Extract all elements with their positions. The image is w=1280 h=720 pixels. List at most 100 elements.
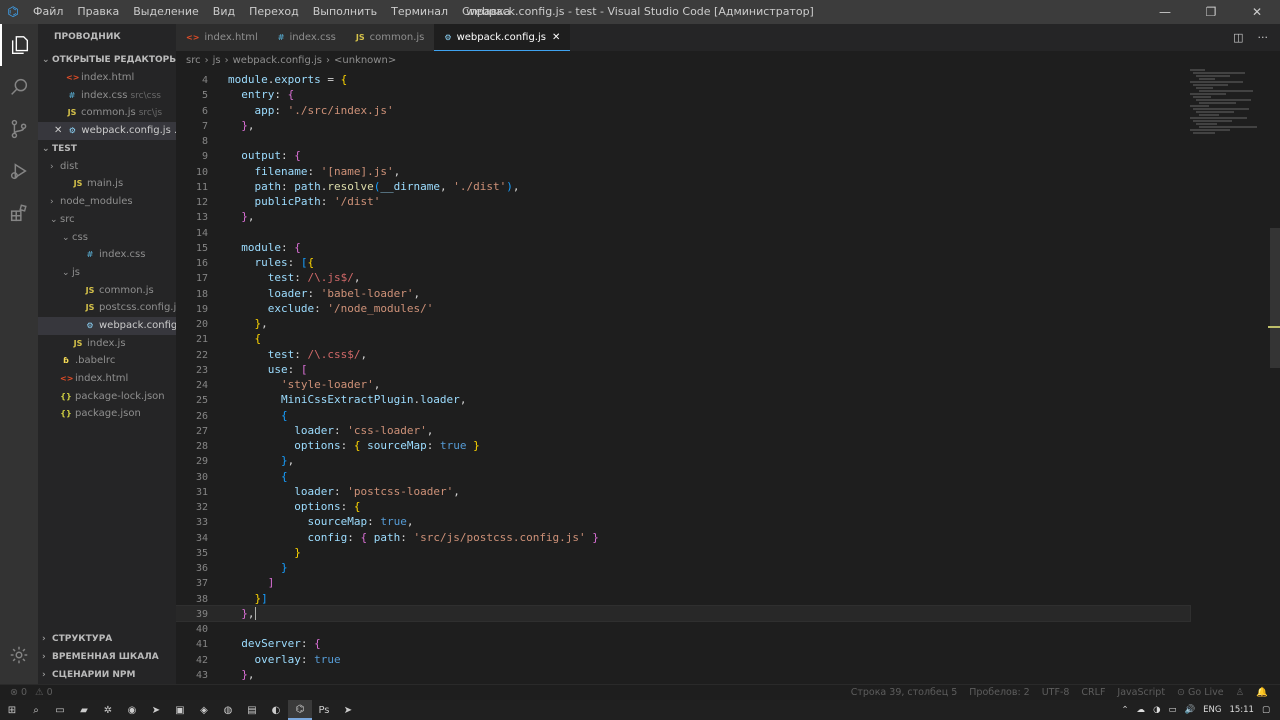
breadcrumb-item[interactable]: webpack.config.js xyxy=(233,55,322,66)
tree-item[interactable]: # index.css xyxy=(38,246,176,264)
code-line[interactable]: 15 module: { xyxy=(176,240,1190,255)
breadcrumb-item[interactable]: src xyxy=(186,55,201,66)
tray-item[interactable]: ◑ xyxy=(1153,705,1160,715)
menu-item-2[interactable]: Выделение xyxy=(126,0,206,24)
open-editor-item[interactable]: JS common.js src\js xyxy=(38,104,176,122)
menu-item-1[interactable]: Правка xyxy=(70,0,126,24)
taskbar-app-icon[interactable]: ⌕ xyxy=(24,700,48,720)
code-line[interactable]: 5 entry: { xyxy=(176,87,1190,102)
tab-common-js[interactable]: JS common.js xyxy=(345,24,435,51)
status-item[interactable]: ♙ xyxy=(1236,687,1245,698)
status-problem-count[interactable]: ⚠ 0 xyxy=(35,687,53,698)
code-line[interactable]: 22 test: /\.css$/, xyxy=(176,347,1190,362)
code-line[interactable]: 4 module.exports = { xyxy=(176,72,1190,87)
status-item[interactable]: ⊙ Go Live xyxy=(1177,687,1224,698)
code-line[interactable]: 28 options: { sourceMap: true } xyxy=(176,438,1190,453)
split-editor-icon[interactable]: ◫ xyxy=(1233,31,1243,44)
run-debug-icon[interactable] xyxy=(0,150,38,192)
code-line[interactable]: 8 xyxy=(176,133,1190,148)
explorer-icon[interactable] xyxy=(0,24,38,66)
status-item[interactable]: JavaScript xyxy=(1117,687,1165,698)
tree-item[interactable]: <> index.html xyxy=(38,370,176,388)
code-line[interactable]: 27 loader: 'css-loader', xyxy=(176,423,1190,438)
open-editor-item[interactable]: ✕ ⚙ webpack.config.js ... xyxy=(38,122,176,140)
code-line[interactable]: 6 app: './src/index.js' xyxy=(176,103,1190,118)
taskbar-app-icon[interactable]: ▭ xyxy=(48,700,72,720)
code-line[interactable]: 38 }] xyxy=(176,591,1190,606)
project-header[interactable]: ⌄ TEST xyxy=(38,140,176,158)
open-editor-item[interactable]: # index.css src\css xyxy=(38,87,176,105)
minimap[interactable] xyxy=(1190,68,1270,138)
code-line[interactable]: 41 devServer: { xyxy=(176,636,1190,651)
menu-item-6[interactable]: Терминал xyxy=(384,0,455,24)
taskbar-app-icon[interactable]: ⊞ xyxy=(0,700,24,720)
code-line[interactable]: 17 test: /\.js$/, xyxy=(176,270,1190,285)
status-problem-count[interactable]: ⊗ 0 xyxy=(10,687,27,698)
status-item[interactable]: Пробелов: 2 xyxy=(969,687,1029,698)
menu-item-5[interactable]: Выполнить xyxy=(306,0,384,24)
code-line[interactable]: 10 filename: '[name].js', xyxy=(176,164,1190,179)
sidebar-section-header[interactable]: › СТРУКТУРА xyxy=(38,630,176,648)
sidebar-section-header[interactable]: › СЦЕНАРИИ NPM xyxy=(38,666,176,684)
taskbar-app-icon[interactable]: ▤ xyxy=(240,700,264,720)
search-icon[interactable] xyxy=(0,66,38,108)
tray-item[interactable]: 15:11 xyxy=(1229,705,1254,715)
tray-item[interactable]: ▭ xyxy=(1169,705,1177,715)
tab-index-html[interactable]: <> index.html xyxy=(176,24,268,51)
status-item[interactable]: 🔔 xyxy=(1256,687,1268,698)
code-line[interactable]: 24 'style-loader', xyxy=(176,377,1190,392)
menu-item-7[interactable]: Справка xyxy=(455,0,517,24)
code-line[interactable]: 20 }, xyxy=(176,316,1190,331)
code-line[interactable]: 39 }, xyxy=(176,604,1191,623)
extensions-icon[interactable] xyxy=(0,192,38,234)
code-line[interactable]: 34 config: { path: 'src/js/postcss.confi… xyxy=(176,530,1190,545)
minimize-icon[interactable]: — xyxy=(1142,0,1188,24)
code-line[interactable]: 21 { xyxy=(176,331,1190,346)
maximize-icon[interactable]: ❐ xyxy=(1188,0,1234,24)
code-line[interactable]: 43 }, xyxy=(176,667,1190,682)
settings-gear-icon[interactable] xyxy=(0,634,38,676)
tree-item[interactable]: {} package.json xyxy=(38,405,176,423)
code-line[interactable]: 31 loader: 'postcss-loader', xyxy=(176,484,1190,499)
code-line[interactable]: 9 output: { xyxy=(176,148,1190,163)
scroll-thumb[interactable] xyxy=(1270,228,1280,368)
tab-webpack-config-js[interactable]: ⚙ webpack.config.js ✕ xyxy=(434,24,571,51)
code-line[interactable]: 42 overlay: true xyxy=(176,652,1190,667)
code-line[interactable]: 16 rules: [{ xyxy=(176,255,1190,270)
code-line[interactable]: 12 publicPath: '/dist' xyxy=(176,194,1190,209)
code-line[interactable]: 35 } xyxy=(176,545,1190,560)
taskbar-app-icon[interactable]: ▰ xyxy=(72,700,96,720)
code-line[interactable]: 19 exclude: '/node_modules/' xyxy=(176,301,1190,316)
tray-item[interactable]: ⌃ xyxy=(1121,705,1128,715)
taskbar-app-icon[interactable]: ◈ xyxy=(192,700,216,720)
open-editors-header[interactable]: ⌄ ОТКРЫТЫЕ РЕДАКТОРЫ xyxy=(38,51,176,69)
taskbar-app-icon[interactable]: ◍ xyxy=(216,700,240,720)
code-line[interactable]: 7 }, xyxy=(176,118,1190,133)
taskbar-app-icon[interactable]: ➤ xyxy=(336,700,360,720)
breadcrumb-item[interactable]: <unknown> xyxy=(334,55,396,66)
code-line[interactable]: 14 xyxy=(176,225,1190,240)
tray-item[interactable]: ▢ xyxy=(1262,705,1270,715)
code-line[interactable]: 30 { xyxy=(176,469,1190,484)
tree-item[interactable]: JS common.js xyxy=(38,282,176,300)
tree-item[interactable]: › dist xyxy=(38,158,176,176)
tree-item[interactable]: ⌄ js xyxy=(38,264,176,282)
sidebar-section-header[interactable]: › ВРЕМЕННАЯ ШКАЛА xyxy=(38,648,176,666)
tree-item[interactable]: JS main.js xyxy=(38,175,176,193)
code-line[interactable]: 26 { xyxy=(176,408,1190,423)
editor-scrollbar[interactable] xyxy=(1268,68,1280,684)
status-item[interactable]: CRLF xyxy=(1081,687,1105,698)
taskbar-app-icon[interactable]: Ps xyxy=(312,700,336,720)
tree-item[interactable]: ⌄ src xyxy=(38,211,176,229)
tree-item[interactable]: ⌄ css xyxy=(38,229,176,247)
status-item[interactable]: Строка 39, столбец 5 xyxy=(851,687,958,698)
tree-item[interactable]: ⚙ webpack.config.js xyxy=(38,316,176,335)
code-line[interactable]: 18 loader: 'babel-loader', xyxy=(176,286,1190,301)
code-line[interactable]: 23 use: [ xyxy=(176,362,1190,377)
menu-item-0[interactable]: Файл xyxy=(26,0,70,24)
code-editor[interactable]: 4 module.exports = {5 entry: {6 app: './s… xyxy=(176,72,1270,684)
code-line[interactable]: 25 MiniCssExtractPlugin.loader, xyxy=(176,392,1190,407)
close-tab-icon[interactable]: ✕ xyxy=(552,24,560,51)
breadcrumb-item[interactable]: js xyxy=(213,55,221,66)
code-line[interactable]: 11 path: path.resolve(__dirname, './dist… xyxy=(176,179,1190,194)
